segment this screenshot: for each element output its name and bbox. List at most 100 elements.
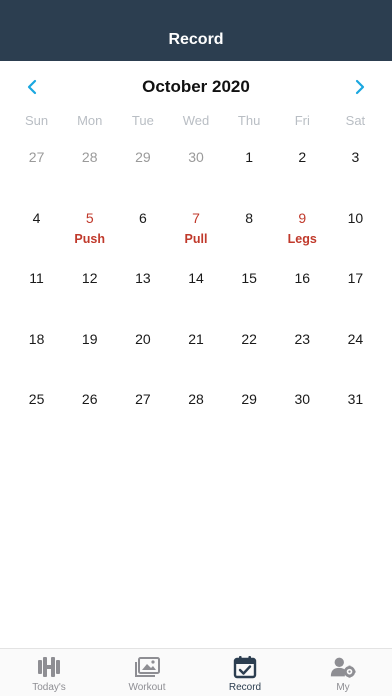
- calendar-day[interactable]: 2: [276, 146, 329, 207]
- weekday-label: Wed: [182, 113, 210, 128]
- calendar-day[interactable]: 28: [169, 388, 222, 449]
- day-number: 25: [28, 391, 45, 407]
- weekday-label: Thu: [237, 113, 261, 128]
- tab-record[interactable]: Record: [196, 649, 294, 696]
- calendar-day[interactable]: 14: [169, 267, 222, 328]
- day-number: 8: [245, 209, 254, 226]
- calendar-day[interactable]: 27: [10, 146, 63, 207]
- day-number: 31: [347, 391, 364, 407]
- day-number: 24: [347, 330, 364, 347]
- calendar-day[interactable]: 16: [276, 267, 329, 328]
- weekday-label: Fri: [294, 113, 310, 128]
- calendar-day[interactable]: 29: [223, 388, 276, 449]
- chevron-left-icon: [27, 79, 37, 95]
- day-number: 17: [347, 270, 364, 286]
- calendar-day[interactable]: 25: [10, 388, 63, 449]
- calendar-day[interactable]: 21: [169, 328, 222, 389]
- page-title: Record: [168, 31, 224, 48]
- calendar-check-icon: [231, 655, 259, 679]
- tab-my[interactable]: My: [294, 649, 392, 696]
- day-number: 29: [241, 391, 257, 407]
- calendar-day[interactable]: 19: [63, 328, 116, 389]
- calendar-day[interactable]: 23: [276, 328, 329, 389]
- calendar-day[interactable]: 28: [63, 146, 116, 207]
- workout-label: Push: [74, 231, 105, 246]
- day-number: 5: [85, 209, 94, 226]
- day-number: 3: [351, 149, 360, 165]
- day-number: 27: [28, 149, 45, 165]
- calendar-day[interactable]: 30: [276, 388, 329, 449]
- chevron-right-icon: [355, 79, 365, 95]
- calendar-day[interactable]: 5 Push: [63, 207, 116, 268]
- day-number: 7: [192, 209, 200, 226]
- day-number: 10: [347, 209, 364, 226]
- day-number: 4: [32, 209, 41, 226]
- workout-label: Pull: [184, 231, 208, 246]
- calendar-day[interactable]: 15: [223, 267, 276, 328]
- day-number: 26: [81, 391, 98, 407]
- weekday-label: Sat: [345, 113, 366, 128]
- day-number: 13: [135, 270, 151, 286]
- weekday-header: Sun Mon Tue Wed Thu Fri Sat: [10, 113, 382, 128]
- calendar-grid: 27 28 29 30 1 2 3 4 5 Push 6 7 Pull 8 9 Legs 10 11 12 13 14 1…: [10, 146, 382, 449]
- calendar-day[interactable]: 29: [116, 146, 169, 207]
- day-number: 22: [241, 330, 257, 347]
- day-number: 9: [298, 209, 307, 226]
- day-number: 30: [188, 149, 204, 165]
- day-number: 30: [294, 391, 311, 407]
- calendar-day[interactable]: 11: [10, 267, 63, 328]
- day-number: 11: [29, 270, 44, 286]
- calendar-day[interactable]: 4: [10, 207, 63, 268]
- day-number: 6: [138, 209, 147, 226]
- day-number: 27: [135, 391, 151, 407]
- app-header: Record: [0, 0, 392, 61]
- dumbbell-icon: [35, 655, 63, 679]
- day-number: 16: [294, 270, 311, 286]
- weekday-label: Tue: [131, 113, 154, 128]
- next-month-button[interactable]: [348, 75, 372, 99]
- user-settings-icon: [329, 655, 357, 679]
- calendar-day[interactable]: 6: [116, 207, 169, 268]
- previous-month-button[interactable]: [20, 75, 44, 99]
- month-navigation: October 2020: [0, 72, 392, 102]
- calendar-day[interactable]: 3: [329, 146, 382, 207]
- tab-label: My: [336, 682, 350, 693]
- day-number: 12: [81, 270, 98, 286]
- calendar-day[interactable]: 12: [63, 267, 116, 328]
- calendar-day[interactable]: 8: [223, 207, 276, 268]
- calendar-day[interactable]: 31: [329, 388, 382, 449]
- day-number: 15: [241, 270, 257, 286]
- day-number: 28: [188, 391, 204, 407]
- weekday-label: Mon: [77, 113, 103, 128]
- calendar-day[interactable]: 7 Pull: [169, 207, 222, 268]
- calendar-day[interactable]: 26: [63, 388, 116, 449]
- workout-label: Legs: [287, 231, 317, 246]
- calendar-day[interactable]: 1: [223, 146, 276, 207]
- tab-todays[interactable]: Today's: [0, 649, 98, 696]
- calendar-day[interactable]: 24: [329, 328, 382, 389]
- day-number: 20: [135, 330, 151, 347]
- month-title: October 2020: [142, 77, 250, 96]
- weekday-label: Sun: [25, 113, 49, 128]
- tab-bar: Today's Workout Record My: [0, 648, 392, 696]
- calendar-day[interactable]: 27: [116, 388, 169, 449]
- tab-label: Today's: [32, 682, 66, 693]
- calendar-day[interactable]: 30: [169, 146, 222, 207]
- calendar-day[interactable]: 10: [329, 207, 382, 268]
- calendar-day[interactable]: 22: [223, 328, 276, 389]
- tab-workout[interactable]: Workout: [98, 649, 196, 696]
- calendar-day[interactable]: 18: [10, 328, 63, 389]
- day-number: 23: [294, 330, 311, 347]
- calendar-day[interactable]: 13: [116, 267, 169, 328]
- calendar-day[interactable]: 17: [329, 267, 382, 328]
- day-number: 19: [81, 330, 98, 347]
- day-number: 1: [245, 149, 254, 165]
- day-number: 14: [188, 270, 204, 286]
- calendar-day[interactable]: 9 Legs: [276, 207, 329, 268]
- tab-label: Record: [228, 682, 262, 693]
- day-number: 21: [188, 330, 204, 347]
- day-number: 28: [81, 149, 98, 165]
- photos-icon: [133, 655, 161, 679]
- calendar-day[interactable]: 20: [116, 328, 169, 389]
- day-number: 2: [298, 149, 307, 165]
